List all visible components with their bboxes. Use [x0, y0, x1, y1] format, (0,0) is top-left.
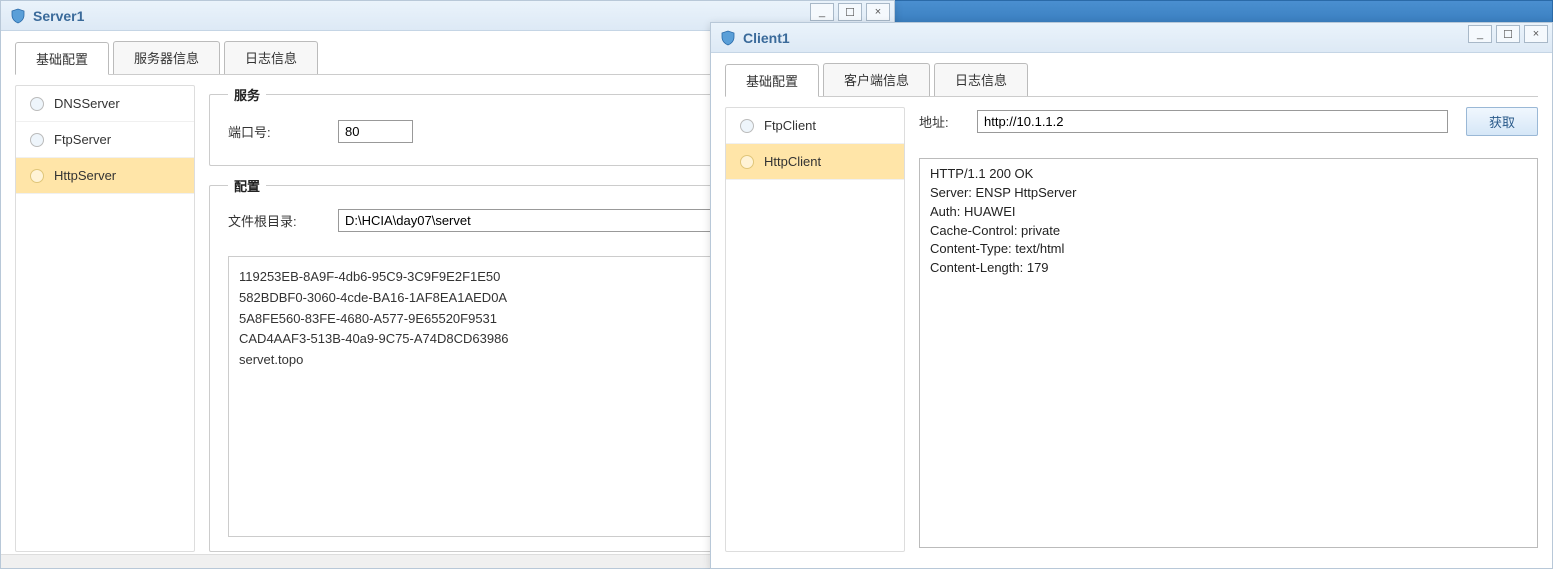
server-title: Server1 — [33, 8, 84, 24]
sidebar-item-label: HttpClient — [764, 154, 821, 169]
radio-icon — [30, 133, 44, 147]
minimize-button[interactable]: _ — [1468, 25, 1492, 43]
client-window: Client1 _ ☐ × 基础配置 客户端信息 日志信息 FtpClient … — [710, 22, 1553, 569]
sidebar-item-label: DNSServer — [54, 96, 120, 111]
config-legend: 配置 — [228, 176, 266, 195]
sidebar-item-httpclient[interactable]: HttpClient — [726, 144, 904, 180]
root-path-label: 文件根目录: — [228, 211, 308, 230]
tab-log-info[interactable]: 日志信息 — [224, 41, 318, 74]
tab-log-info[interactable]: 日志信息 — [934, 63, 1028, 96]
radio-icon — [30, 169, 44, 183]
tab-basic-config[interactable]: 基础配置 — [725, 64, 819, 97]
sidebar-item-label: FtpClient — [764, 118, 816, 133]
service-legend: 服务 — [228, 85, 266, 104]
get-button[interactable]: 获取 — [1466, 107, 1538, 136]
server-sidebar: DNSServer FtpServer HttpServer — [15, 85, 195, 552]
sidebar-item-dnsserver[interactable]: DNSServer — [16, 86, 194, 122]
app-icon — [719, 29, 737, 47]
http-response-text: HTTP/1.1 200 OK Server: ENSP HttpServer … — [930, 165, 1527, 278]
sidebar-item-ftpclient[interactable]: FtpClient — [726, 108, 904, 144]
client-tabs: 基础配置 客户端信息 日志信息 — [725, 63, 1538, 97]
background-bar — [893, 0, 1553, 24]
maximize-button[interactable]: ☐ — [1496, 25, 1520, 43]
address-input[interactable] — [977, 110, 1448, 133]
port-label: 端口号: — [228, 122, 308, 141]
sidebar-item-label: FtpServer — [54, 132, 111, 147]
app-icon — [9, 7, 27, 25]
http-response-box[interactable]: HTTP/1.1 200 OK Server: ENSP HttpServer … — [919, 158, 1538, 548]
maximize-button[interactable]: ☐ — [838, 3, 862, 21]
radio-icon — [30, 97, 44, 111]
client-sidebar: FtpClient HttpClient — [725, 107, 905, 552]
sidebar-item-ftpserver[interactable]: FtpServer — [16, 122, 194, 158]
address-label: 地址: — [919, 112, 959, 131]
client-titlebar[interactable]: Client1 _ ☐ × — [711, 23, 1552, 53]
radio-icon — [740, 119, 754, 133]
sidebar-item-httpserver[interactable]: HttpServer — [16, 158, 194, 194]
port-input[interactable] — [338, 120, 413, 143]
minimize-button[interactable]: _ — [810, 3, 834, 21]
close-button[interactable]: × — [866, 3, 890, 21]
tab-basic-config[interactable]: 基础配置 — [15, 42, 109, 75]
tab-client-info[interactable]: 客户端信息 — [823, 63, 930, 96]
sidebar-item-label: HttpServer — [54, 168, 116, 183]
radio-icon — [740, 155, 754, 169]
tab-server-info[interactable]: 服务器信息 — [113, 41, 220, 74]
close-button[interactable]: × — [1524, 25, 1548, 43]
client-title: Client1 — [743, 30, 790, 46]
